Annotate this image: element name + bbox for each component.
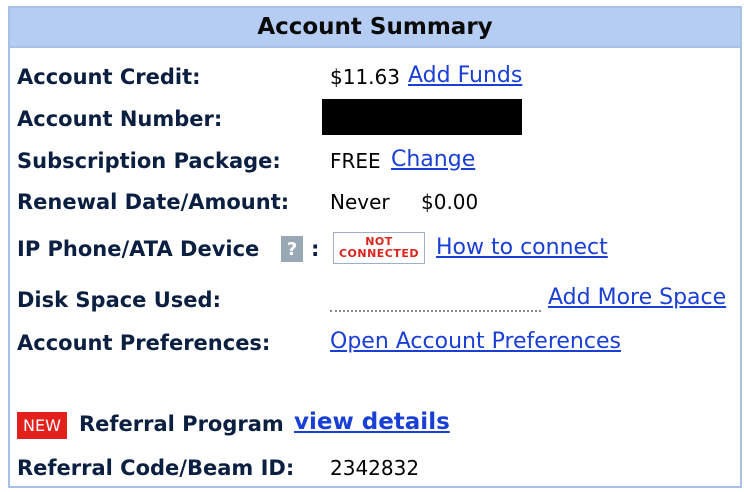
help-icon[interactable]: ? xyxy=(281,236,303,262)
renewal-label: Renewal Date/Amount: xyxy=(17,190,290,214)
add-funds-link[interactable]: Add Funds xyxy=(408,63,522,88)
disk-space-label: Disk Space Used: xyxy=(17,288,221,312)
account-summary-panel: Account Summary Account Credit: $11.63 A… xyxy=(8,6,742,488)
referral-code-value: 2342832 xyxy=(330,456,420,480)
device-status-badge: NOT CONNECTED xyxy=(333,232,425,264)
status-line-2: CONNECTED xyxy=(338,247,420,260)
disk-usage-bar xyxy=(330,310,541,312)
preferences-label: Account Preferences: xyxy=(17,331,271,355)
renewal-amount: $0.00 xyxy=(421,190,479,214)
panel-title: Account Summary xyxy=(10,8,740,48)
subscription-value: FREE xyxy=(330,149,381,173)
account-credit-label: Account Credit: xyxy=(17,65,201,89)
subscription-label: Subscription Package: xyxy=(17,149,281,173)
account-number-redacted xyxy=(322,99,522,135)
device-colon: : xyxy=(311,237,320,261)
change-subscription-link[interactable]: Change xyxy=(391,147,475,172)
new-badge: NEW xyxy=(17,412,67,439)
how-to-connect-link[interactable]: How to connect xyxy=(436,235,608,260)
open-preferences-link[interactable]: Open Account Preferences xyxy=(330,329,621,354)
renewal-date: Never xyxy=(330,190,390,214)
add-more-space-link[interactable]: Add More Space xyxy=(548,285,726,310)
view-details-link[interactable]: view details xyxy=(294,409,450,435)
device-label: IP Phone/ATA Device xyxy=(17,237,260,261)
account-number-label: Account Number: xyxy=(17,107,223,131)
referral-code-label: Referral Code/Beam ID: xyxy=(17,456,295,480)
referral-program-label: Referral Program xyxy=(79,412,284,436)
account-credit-value: $11.63 xyxy=(330,65,400,89)
